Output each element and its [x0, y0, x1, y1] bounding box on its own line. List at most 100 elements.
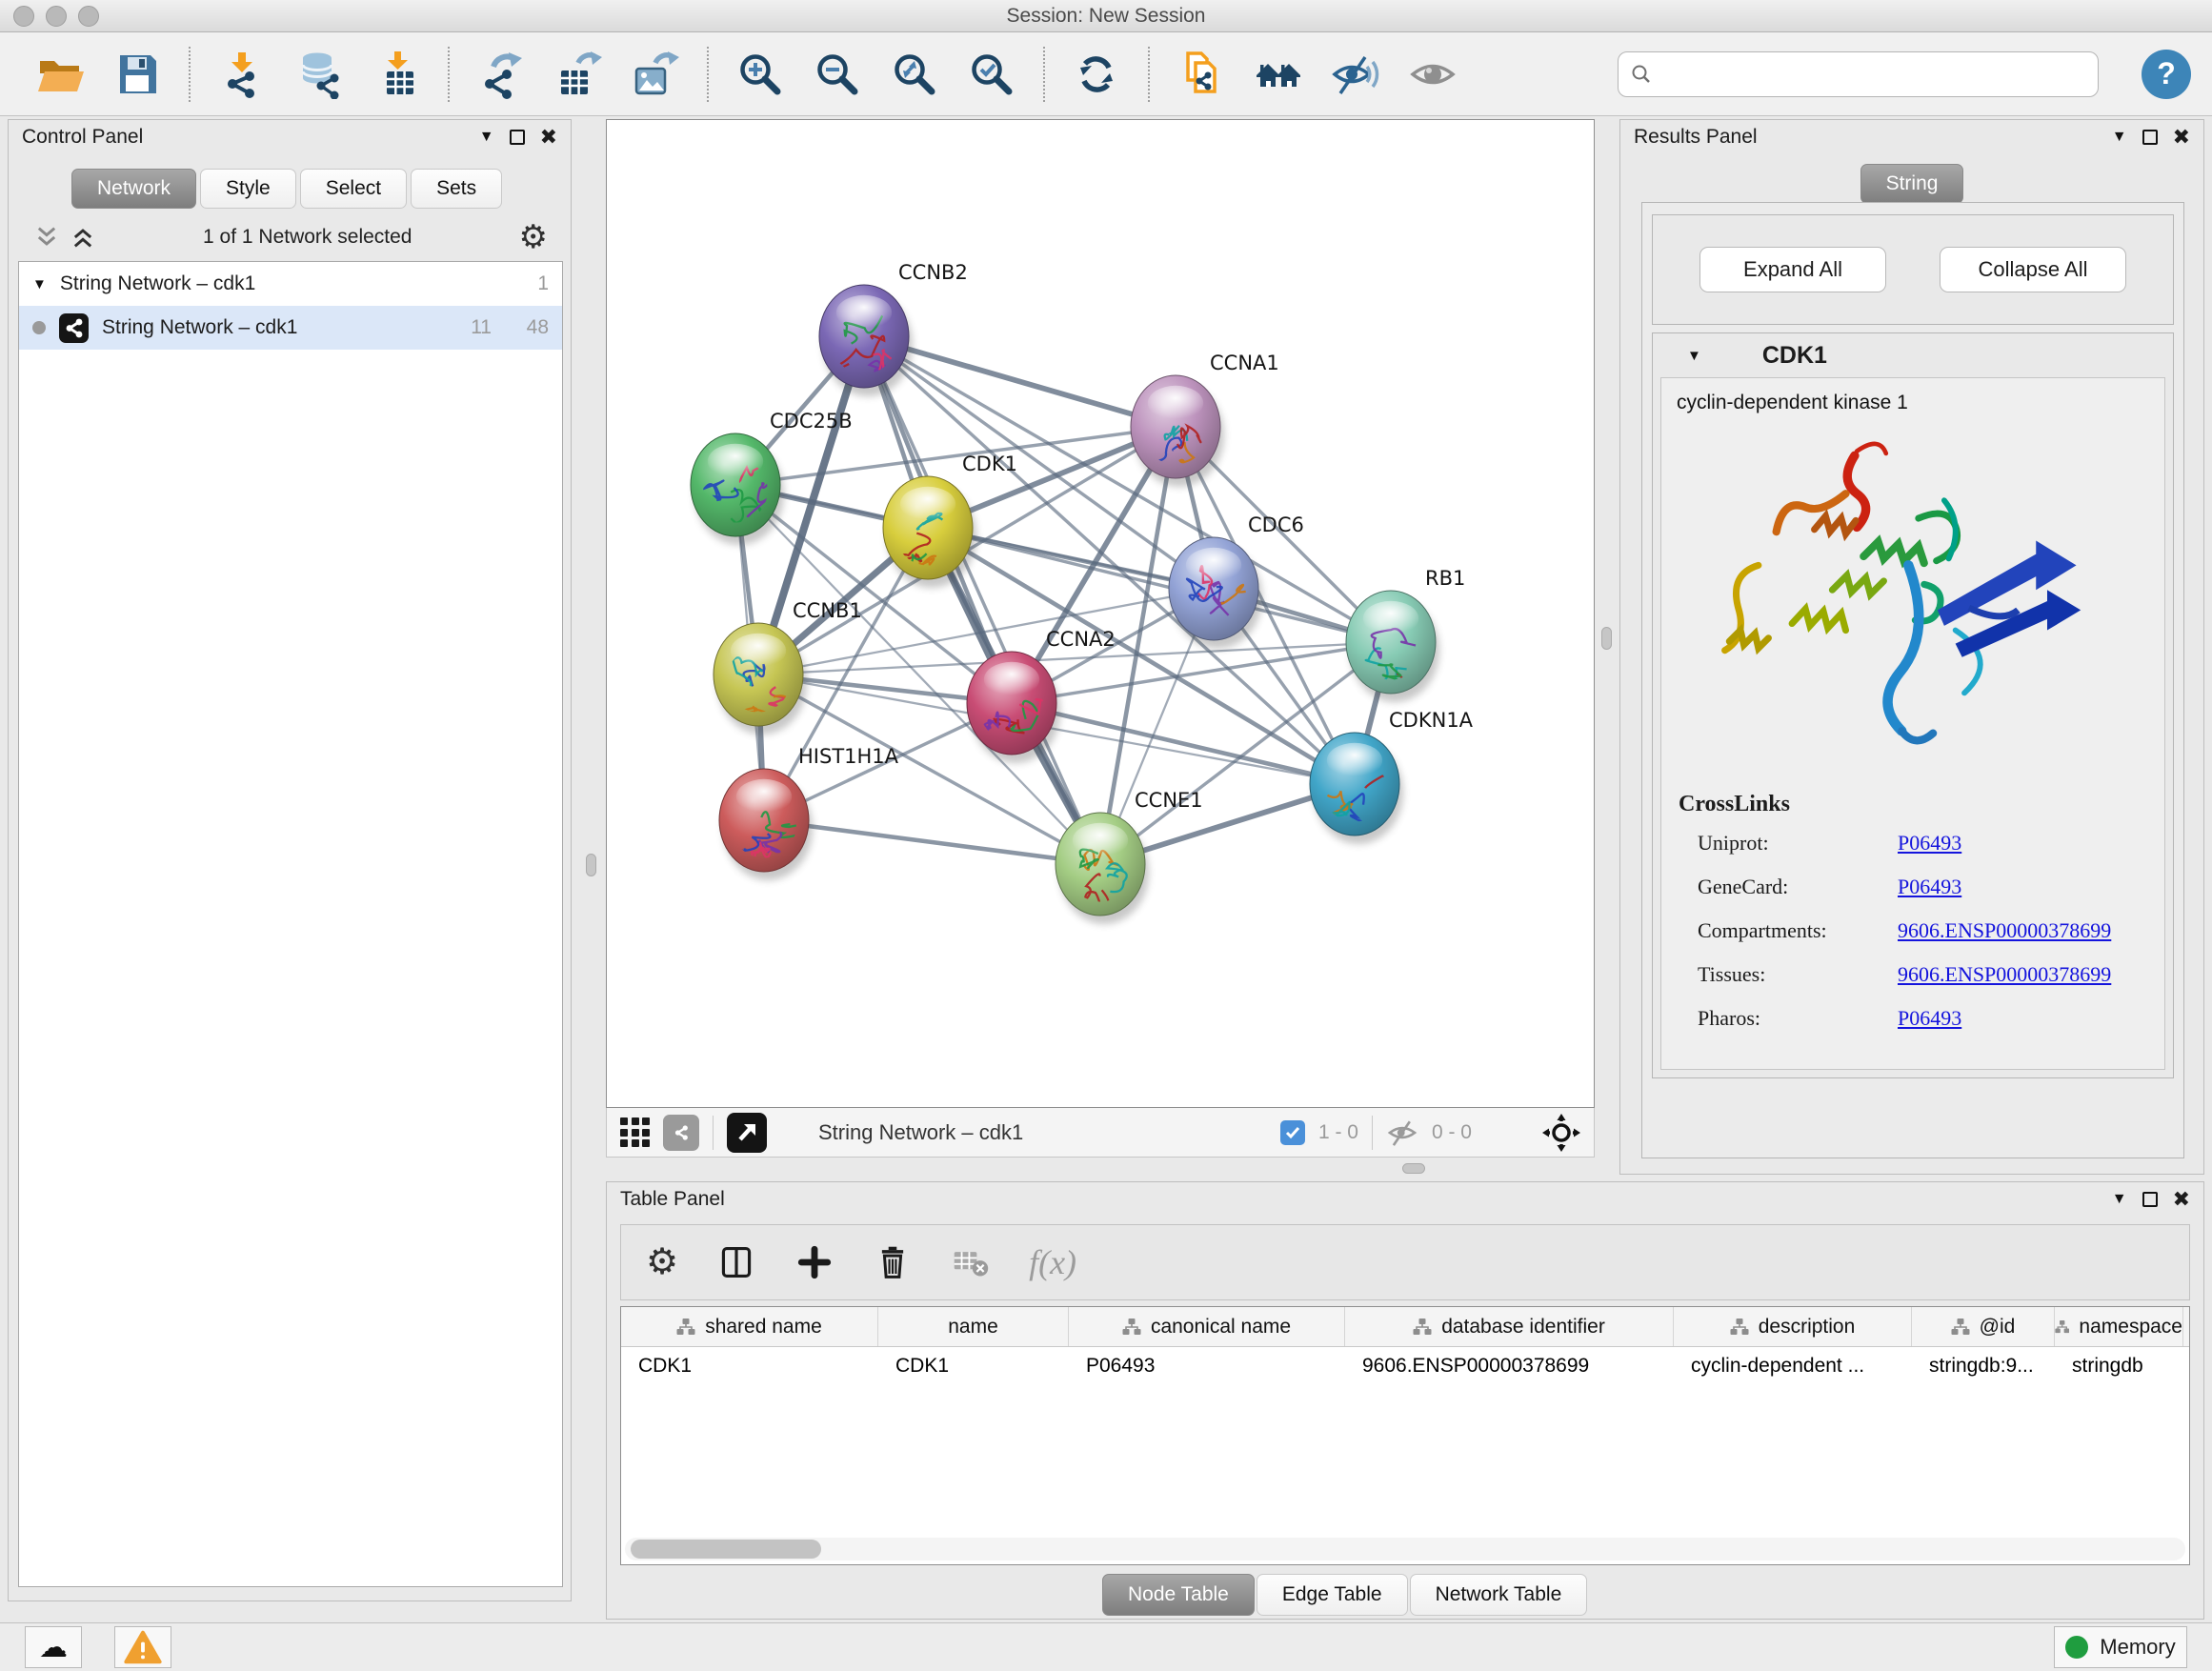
section-collapse-icon[interactable]: ▼: [1687, 348, 1701, 364]
tab-style[interactable]: Style: [200, 169, 296, 209]
network-node-cdc25b[interactable]: CDC25B: [691, 410, 853, 545]
float-panel-icon[interactable]: [510, 130, 525, 145]
column-header-database-identifier[interactable]: database identifier: [1345, 1307, 1674, 1346]
zoom-out-button[interactable]: [812, 49, 863, 100]
cloud-status-button[interactable]: ☁: [25, 1626, 82, 1668]
network-canvas[interactable]: CCNB2CCNA1CDC25BCDK1CDC6RB1CCNB1CCNA2CDK…: [606, 119, 1595, 1108]
birds-eye-toggle-button[interactable]: [1407, 49, 1458, 100]
protein-section-header[interactable]: ▼ CDK1: [1653, 333, 2173, 377]
crosslink-link[interactable]: P06493: [1898, 1006, 1961, 1031]
network-node-rb1[interactable]: RB1: [1346, 567, 1465, 706]
duplicate-network-button[interactable]: [1176, 49, 1227, 100]
float-panel-icon[interactable]: [2142, 1192, 2158, 1207]
collapse-all-icon[interactable]: [33, 224, 60, 251]
zoom-in-icon: [735, 50, 785, 99]
scrollbar-thumb[interactable]: [631, 1540, 821, 1559]
warnings-button[interactable]: [114, 1626, 171, 1668]
network-node-ccnb2[interactable]: CCNB2: [819, 261, 968, 396]
add-column-icon[interactable]: [794, 1242, 835, 1282]
grid-layout-icon[interactable]: [620, 1117, 650, 1147]
network-node-hist1h1a[interactable]: HIST1H1A: [719, 745, 899, 880]
arrow-up-right-glyph: [734, 1120, 759, 1145]
tab-edge-table[interactable]: Edge Table: [1257, 1574, 1408, 1616]
network-node-ccnb1[interactable]: CCNB1: [714, 599, 862, 735]
hidden-counts: 0 - 0: [1432, 1121, 1472, 1144]
tree-collapse-icon[interactable]: ▼: [32, 276, 47, 292]
open-session-button[interactable]: [34, 49, 86, 100]
column-header-namespace[interactable]: namespace: [2055, 1307, 2183, 1346]
save-session-button[interactable]: [111, 49, 163, 100]
splitter-handle[interactable]: [586, 854, 596, 876]
column-header-shared-name[interactable]: shared name: [621, 1307, 878, 1346]
import-table-button[interactable]: [371, 49, 422, 100]
crosshair-icon[interactable]: [1542, 1114, 1580, 1152]
zoom-in-button[interactable]: [734, 49, 786, 100]
network-node-ccne1[interactable]: CCNE1: [1056, 789, 1203, 924]
table-cell: 9606.ENSP00000378699: [1345, 1347, 1674, 1387]
graphics-details-button[interactable]: [1330, 49, 1381, 100]
splitter-handle[interactable]: [1601, 627, 1612, 650]
network-tree-root-row[interactable]: ▼ String Network – cdk1 1: [19, 262, 562, 306]
column-header-description[interactable]: description: [1674, 1307, 1912, 1346]
splitter-handle[interactable]: [1402, 1163, 1425, 1174]
share-network-icon[interactable]: [663, 1115, 699, 1151]
expand-all-icon[interactable]: [70, 224, 96, 251]
string-network-icon: [59, 313, 89, 343]
help-button[interactable]: ?: [2142, 50, 2191, 99]
export-image-button[interactable]: [630, 49, 681, 100]
column-header-id[interactable]: @id: [1912, 1307, 2055, 1346]
function-builder-icon[interactable]: f(x): [1029, 1242, 1076, 1282]
panel-menu-icon[interactable]: ▼: [479, 130, 494, 145]
show-columns-icon[interactable]: [716, 1242, 756, 1282]
tab-string[interactable]: String: [1860, 164, 1964, 204]
string-home-button[interactable]: [1253, 49, 1304, 100]
node-label: CDK1: [962, 453, 1017, 475]
open-in-window-icon[interactable]: [727, 1113, 767, 1153]
delete-column-trash-icon[interactable]: [873, 1242, 913, 1282]
import-network-database-button[interactable]: [293, 49, 345, 100]
export-network-button[interactable]: [475, 49, 527, 100]
node-highlight: [731, 634, 786, 669]
refresh-button[interactable]: [1071, 49, 1122, 100]
memory-button[interactable]: Memory: [2054, 1626, 2187, 1668]
selected-items-checkbox[interactable]: [1280, 1120, 1305, 1145]
search-input[interactable]: [1660, 55, 2086, 93]
zoom-fit-button[interactable]: [889, 49, 940, 100]
crosslink-link[interactable]: P06493: [1898, 875, 1961, 899]
export-table-button[interactable]: [553, 49, 604, 100]
zoom-selected-button[interactable]: [966, 49, 1017, 100]
collapse-all-button[interactable]: Collapse All: [1940, 247, 2126, 292]
expand-all-button[interactable]: Expand All: [1699, 247, 1886, 292]
network-tree-item-row[interactable]: String Network – cdk1 11 48: [19, 306, 562, 350]
panel-menu-icon[interactable]: ▼: [2112, 1192, 2127, 1207]
network-node-cdkn1a[interactable]: CDKN1A: [1310, 709, 1474, 844]
column-header-name[interactable]: name: [878, 1307, 1069, 1346]
network-edge[interactable]: [764, 820, 1100, 864]
node-label: CDKN1A: [1389, 709, 1474, 732]
table-row[interactable]: CDK1CDK1P064939606.ENSP00000378699cyclin…: [621, 1347, 2189, 1387]
tab-network[interactable]: Network: [71, 169, 196, 209]
node-highlight: [1363, 601, 1418, 636]
tab-network-table[interactable]: Network Table: [1410, 1574, 1588, 1616]
close-panel-icon[interactable]: ✖: [540, 125, 557, 150]
import-network-file-button[interactable]: [216, 49, 268, 100]
tab-select[interactable]: Select: [300, 169, 407, 209]
toolbar-divider: [1148, 47, 1150, 102]
toolbar-search[interactable]: [1618, 51, 2099, 97]
float-panel-icon[interactable]: [2142, 130, 2158, 145]
network-edge[interactable]: [928, 528, 1391, 642]
crosslink-link[interactable]: 9606.ENSP00000378699: [1898, 918, 2111, 943]
network-node-ccna1[interactable]: CCNA1: [1131, 352, 1279, 495]
gear-icon[interactable]: ⚙: [519, 221, 548, 253]
column-header-canonical-name[interactable]: canonical name: [1069, 1307, 1345, 1346]
tab-sets[interactable]: Sets: [411, 169, 502, 209]
tab-node-table[interactable]: Node Table: [1102, 1574, 1255, 1616]
delete-table-icon[interactable]: [951, 1242, 991, 1282]
table-settings-gear-icon[interactable]: ⚙: [646, 1244, 678, 1280]
crosslink-link[interactable]: P06493: [1898, 831, 1961, 856]
close-panel-icon[interactable]: ✖: [2173, 1187, 2190, 1212]
close-panel-icon[interactable]: ✖: [2173, 125, 2190, 150]
network-edge[interactable]: [864, 336, 1100, 864]
panel-menu-icon[interactable]: ▼: [2112, 130, 2127, 145]
crosslink-link[interactable]: 9606.ENSP00000378699: [1898, 962, 2111, 987]
